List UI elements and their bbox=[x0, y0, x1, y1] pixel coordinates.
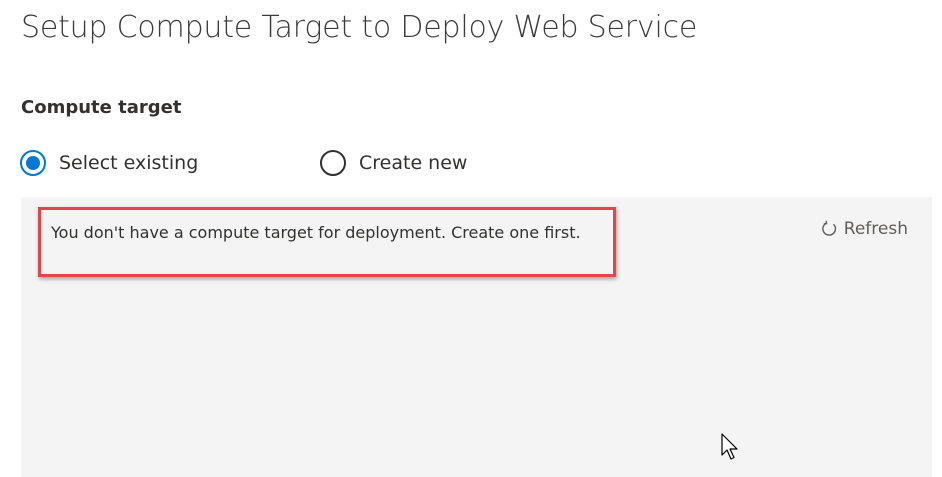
refresh-icon bbox=[822, 220, 836, 236]
radio-select-existing-label: Select existing bbox=[59, 152, 199, 174]
refresh-label: Refresh bbox=[843, 219, 908, 239]
setup-compute-target-page: Setup Compute Target to Deploy Web Servi… bbox=[0, 0, 942, 477]
refresh-button[interactable]: Refresh bbox=[820, 219, 908, 239]
highlight-annotation-box bbox=[38, 207, 616, 277]
no-compute-target-message: You don't have a compute target for depl… bbox=[51, 223, 581, 242]
compute-target-label: Compute target bbox=[21, 97, 182, 118]
radio-checked-icon[interactable] bbox=[20, 150, 46, 176]
radio-unchecked-icon[interactable] bbox=[320, 150, 346, 176]
mouse-cursor-icon bbox=[721, 433, 738, 460]
radio-create-new[interactable]: Create new bbox=[320, 148, 467, 178]
radio-create-new-label: Create new bbox=[359, 152, 468, 174]
radio-select-existing[interactable]: Select existing bbox=[20, 148, 198, 178]
page-title: Setup Compute Target to Deploy Web Servi… bbox=[21, 10, 698, 45]
radio-dot bbox=[26, 156, 40, 170]
compute-target-panel: You don't have a compute target for depl… bbox=[21, 197, 932, 477]
